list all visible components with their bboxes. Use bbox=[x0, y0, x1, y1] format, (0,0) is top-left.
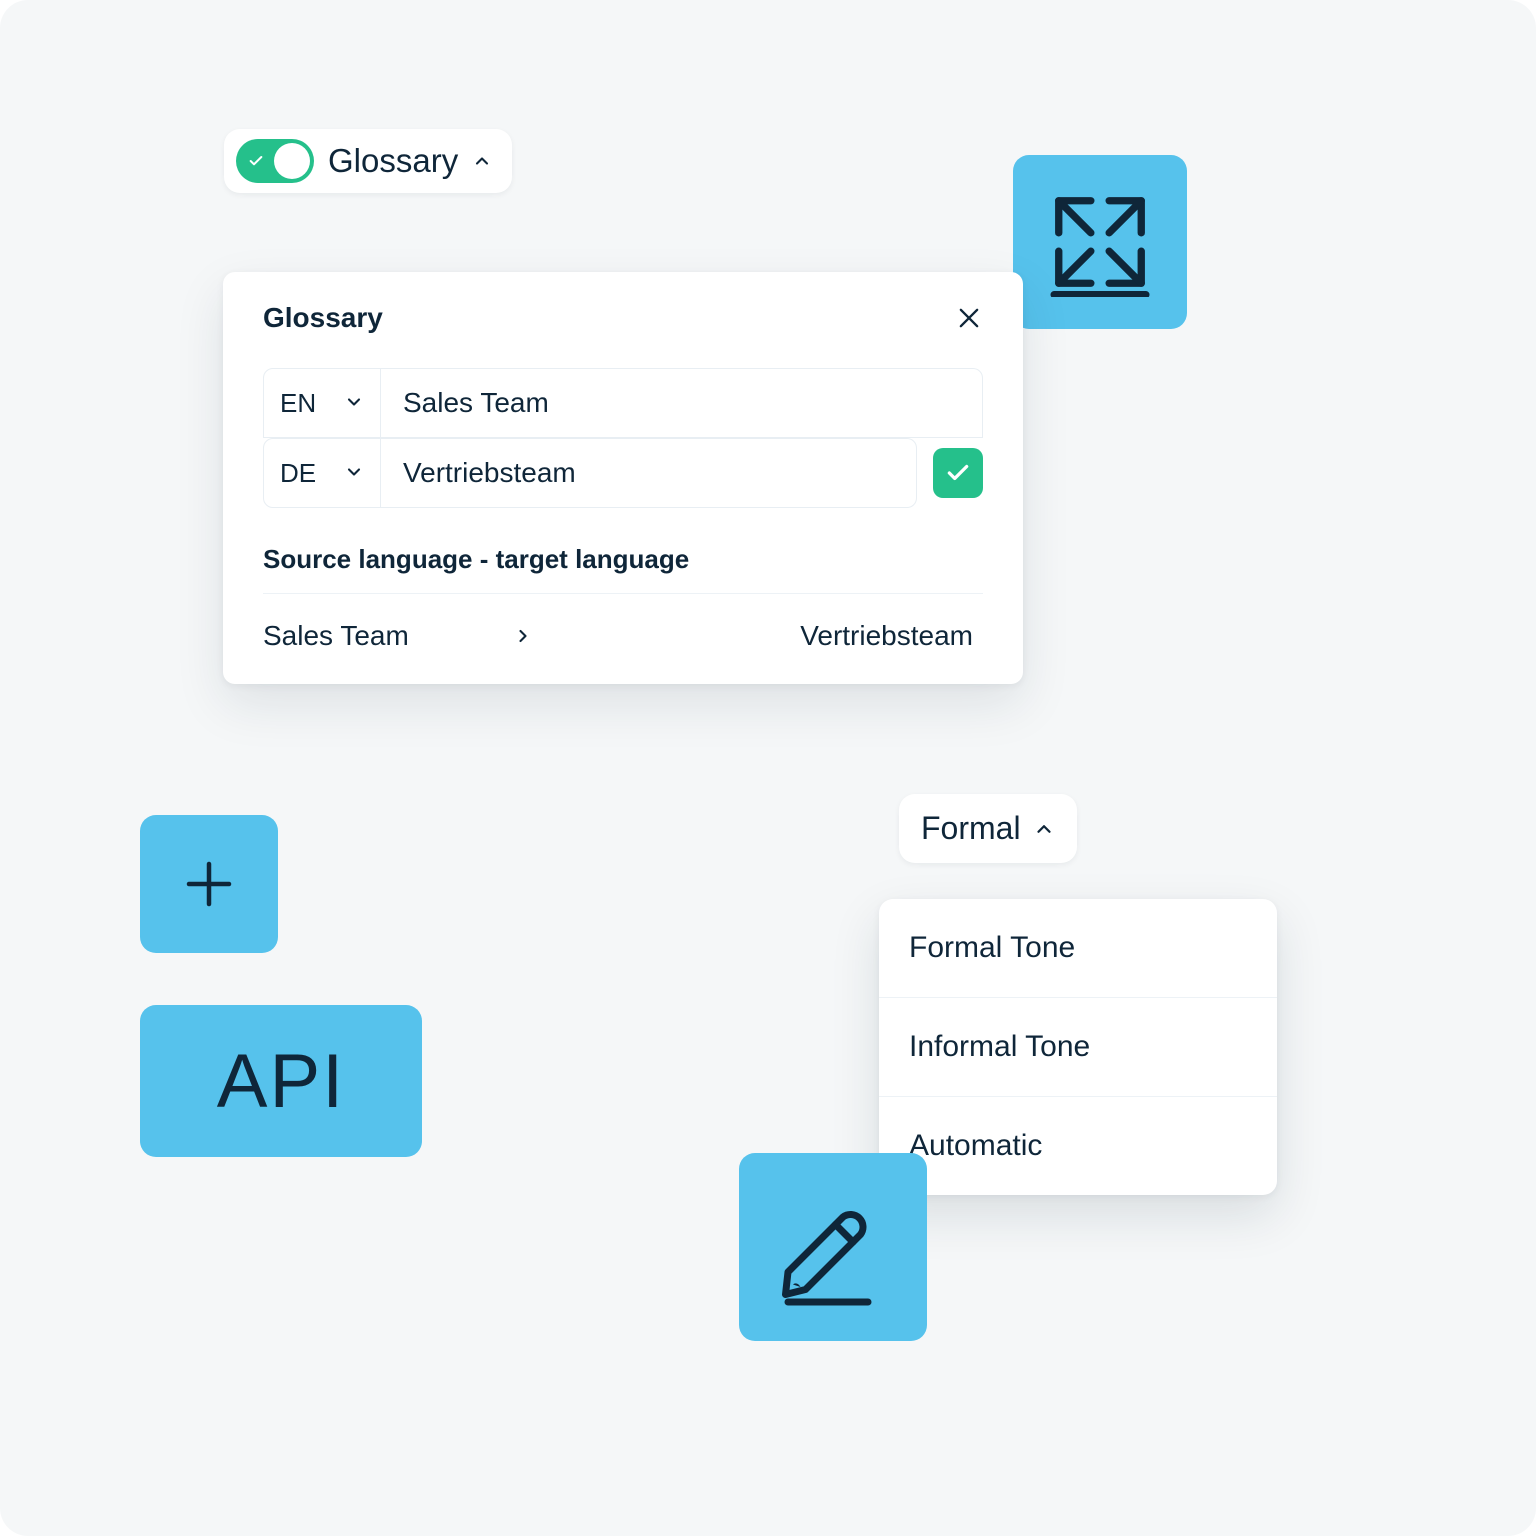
plus-icon bbox=[179, 854, 239, 914]
chevron-down-icon bbox=[344, 458, 364, 489]
glossary-section-label: Source language - target language bbox=[263, 544, 983, 594]
tone-option-informal[interactable]: Informal Tone bbox=[879, 998, 1277, 1097]
glossary-panel-title: Glossary bbox=[263, 302, 383, 334]
chevron-up-icon bbox=[1033, 818, 1055, 840]
check-icon bbox=[248, 153, 264, 169]
expand-button[interactable] bbox=[1013, 155, 1187, 329]
glossary-input-row: EN Sales Team bbox=[263, 368, 983, 438]
arrow-right-icon bbox=[493, 626, 553, 646]
confirm-entry-button[interactable] bbox=[933, 448, 983, 498]
target-language-select[interactable]: DE bbox=[263, 438, 381, 508]
entry-source: Sales Team bbox=[263, 620, 493, 652]
close-button[interactable] bbox=[955, 304, 983, 332]
pencil-icon bbox=[773, 1187, 893, 1307]
source-term-input[interactable]: Sales Team bbox=[381, 368, 983, 438]
tone-option-automatic[interactable]: Automatic bbox=[879, 1097, 1277, 1195]
glossary-toggle[interactable] bbox=[236, 139, 314, 183]
glossary-entry-row[interactable]: Sales Team Vertriebsteam bbox=[263, 594, 983, 652]
glossary-chip-label: Glossary bbox=[328, 142, 458, 180]
toggle-knob bbox=[274, 143, 310, 179]
api-button[interactable]: API bbox=[140, 1005, 422, 1157]
tone-option-formal[interactable]: Formal Tone bbox=[879, 899, 1277, 998]
chevron-up-icon bbox=[472, 151, 492, 171]
add-button[interactable] bbox=[140, 815, 278, 953]
expand-icon bbox=[1045, 187, 1155, 297]
glossary-toggle-chip[interactable]: Glossary bbox=[224, 129, 512, 193]
tone-select[interactable]: Formal bbox=[899, 794, 1077, 863]
target-term-input[interactable]: Vertriebsteam bbox=[381, 438, 917, 508]
chevron-down-icon bbox=[344, 388, 364, 419]
source-language-select[interactable]: EN bbox=[263, 368, 381, 438]
glossary-panel: Glossary EN Sales Team DE Vertri bbox=[223, 272, 1023, 684]
tone-selected-label: Formal bbox=[921, 810, 1021, 847]
target-language-code: DE bbox=[280, 458, 316, 489]
entry-target: Vertriebsteam bbox=[553, 620, 983, 652]
tone-menu: Formal Tone Informal Tone Automatic bbox=[879, 899, 1277, 1195]
api-label: API bbox=[217, 1038, 346, 1125]
source-language-code: EN bbox=[280, 388, 316, 419]
glossary-input-row: DE Vertriebsteam bbox=[263, 438, 917, 508]
edit-button[interactable] bbox=[739, 1153, 927, 1341]
